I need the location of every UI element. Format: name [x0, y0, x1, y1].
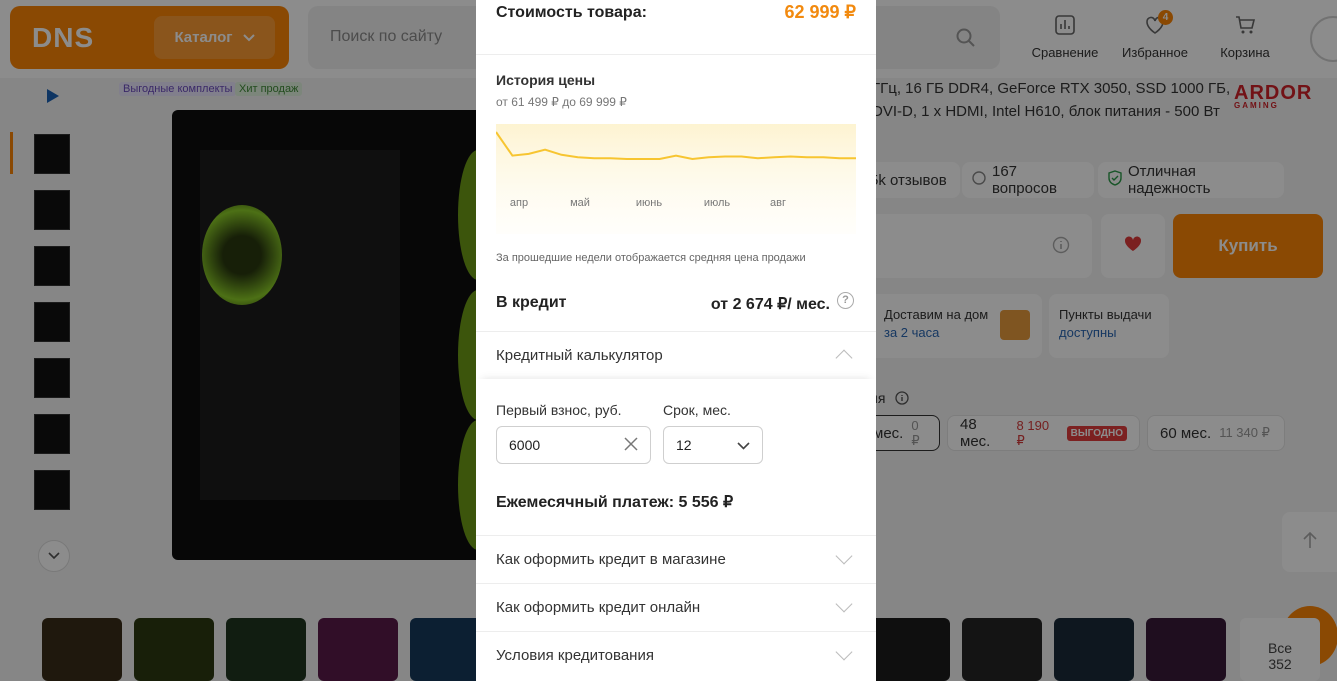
- chevron-down-icon: [835, 595, 853, 613]
- credit-value: от 2 674 ₽/ мес.: [710, 296, 830, 313]
- accordion-label: Как оформить кредит в магазине: [496, 550, 726, 568]
- down-payment-input[interactable]: 6000: [496, 426, 651, 464]
- x-tick-label: июнь: [636, 197, 662, 209]
- down-payment-value: 6000: [509, 437, 541, 453]
- divider: [476, 54, 876, 55]
- accordion-label: Условия кредитования: [496, 646, 654, 664]
- price-history-range: от 61 499 ₽ до 69 999 ₽: [496, 95, 627, 109]
- term-label: Срок, мес.: [663, 402, 731, 418]
- chevron-down-icon: [835, 547, 853, 565]
- price-history-chart[interactable]: апр май июнь июль авг: [495, 124, 856, 234]
- credit-label: В кредит: [496, 294, 567, 311]
- chart-background: [496, 124, 856, 234]
- accordion-store-credit[interactable]: Как оформить кредит в магазине: [476, 535, 876, 583]
- clear-icon[interactable]: [624, 436, 638, 454]
- price-history-svg: апр май июнь июль авг: [495, 124, 856, 234]
- x-tick-label: май: [570, 197, 590, 209]
- cost-value: 62 999 ₽: [784, 2, 856, 22]
- x-tick-label: июль: [704, 197, 731, 209]
- price-history-note: За прошедшие недели отображается средняя…: [496, 252, 806, 264]
- down-payment-label: Первый взнос, руб.: [496, 402, 622, 418]
- credit-calculator-label: Кредитный калькулятор: [496, 346, 663, 364]
- x-tick-label: апр: [510, 197, 528, 209]
- x-tick-label: авг: [770, 197, 786, 209]
- term-select[interactable]: 12: [663, 426, 763, 464]
- accordion-credit-terms[interactable]: Условия кредитования: [476, 631, 876, 679]
- chevron-down-icon: [835, 643, 853, 661]
- chevron-down-icon: [737, 437, 750, 453]
- accordion-label: Как оформить кредит онлайн: [496, 598, 701, 616]
- credit-modal: Стоимость товара: 62 999 ₽ История цены …: [476, 0, 876, 681]
- term-value: 12: [676, 437, 692, 453]
- help-icon[interactable]: ?: [837, 292, 854, 309]
- cost-label: Стоимость товара:: [496, 4, 647, 21]
- credit-calculator-toggle[interactable]: Кредитный калькулятор: [476, 331, 876, 379]
- chevron-up-icon: [835, 349, 853, 367]
- cost-row: Стоимость товара: 62 999 ₽: [476, 0, 876, 54]
- accordion-online-credit[interactable]: Как оформить кредит онлайн: [476, 583, 876, 631]
- monthly-payment: Ежемесячный платеж: 5 556 ₽: [496, 494, 734, 511]
- price-history-title: История цены: [496, 72, 596, 88]
